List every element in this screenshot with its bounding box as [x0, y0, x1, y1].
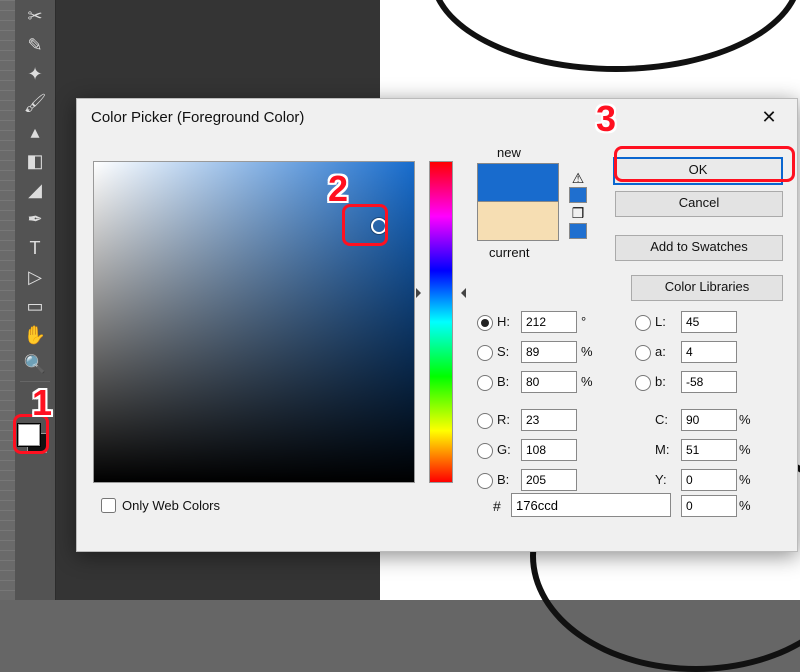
zoom-tool-icon[interactable]: 🔍 [20, 351, 50, 377]
lab-b-input[interactable] [681, 371, 737, 393]
ok-button[interactable]: OK [613, 157, 783, 185]
healing-tool-icon[interactable]: ✦ [20, 61, 50, 87]
websafe-warning-icon[interactable]: ❒ [569, 205, 587, 221]
c-label: C: [655, 412, 668, 427]
hue-unit: ° [581, 314, 586, 329]
current-color-swatch[interactable] [477, 201, 559, 241]
red-input[interactable] [521, 409, 577, 431]
a-input[interactable] [681, 341, 737, 363]
green-label: G: [497, 442, 511, 457]
l-radio[interactable] [635, 315, 651, 331]
only-web-colors-box[interactable] [101, 498, 116, 513]
red-radio[interactable] [477, 413, 493, 429]
saturation-label: S: [497, 344, 509, 359]
saturation-brightness-field[interactable] [93, 161, 415, 483]
tool-strip: ✂ ✎ ✦ 🖌 ▴ ◧ ◢ ✒ T ▷ ▭ ✋ 🔍 [15, 0, 56, 600]
lab-b-label: b: [655, 374, 666, 389]
y-unit: % [739, 472, 751, 487]
y-input[interactable] [681, 469, 737, 491]
cancel-button[interactable]: Cancel [615, 191, 783, 217]
green-input[interactable] [521, 439, 577, 461]
current-label: current [489, 245, 529, 260]
path-select-tool-icon[interactable]: ▷ [20, 264, 50, 290]
add-to-swatches-button[interactable]: Add to Swatches [615, 235, 783, 261]
k-unit: % [739, 498, 751, 513]
sb-cursor-icon[interactable] [371, 218, 387, 234]
color-picker-dialog: Color Picker (Foreground Color) ✕ new cu… [76, 98, 798, 552]
c-input[interactable] [681, 409, 737, 431]
gradient-tool-icon[interactable]: ◢ [20, 177, 50, 203]
gamut-warning-swatch[interactable] [569, 187, 587, 203]
websafe-warning-swatch[interactable] [569, 223, 587, 239]
hue-label: H: [497, 314, 510, 329]
m-unit: % [739, 442, 751, 457]
hand-tool-icon[interactable]: ✋ [20, 322, 50, 348]
separator-icon [20, 381, 50, 382]
hue-radio[interactable] [477, 315, 493, 331]
only-web-colors-checkbox[interactable]: Only Web Colors [97, 495, 220, 516]
type-tool-icon[interactable]: T [20, 235, 50, 261]
stamp-tool-icon[interactable]: ▴ [20, 119, 50, 145]
m-label: M: [655, 442, 669, 457]
only-web-colors-label: Only Web Colors [122, 498, 220, 513]
color-libraries-button[interactable]: Color Libraries [631, 275, 783, 301]
c-unit: % [739, 412, 751, 427]
k-input[interactable] [681, 495, 737, 517]
green-radio[interactable] [477, 443, 493, 459]
dialog-body: new current ⚠ ❒ OK Cancel Add to Swatche… [77, 135, 797, 551]
brush-tool-icon[interactable]: 🖌 [20, 90, 50, 116]
eyedropper-tool-icon[interactable]: ✎ [20, 32, 50, 58]
hue-slider[interactable] [429, 161, 453, 483]
foreground-color-swatch[interactable] [18, 424, 40, 446]
new-color-swatch [477, 163, 559, 202]
hex-label: # [493, 498, 501, 514]
a-radio[interactable] [635, 345, 651, 361]
dialog-title: Color Picker (Foreground Color) [91, 109, 304, 126]
saturation-input[interactable] [521, 341, 577, 363]
eraser-tool-icon[interactable]: ◧ [20, 148, 50, 174]
shape-tool-icon[interactable]: ▭ [20, 293, 50, 319]
drawing-stroke [430, 0, 800, 72]
close-icon[interactable]: ✕ [751, 102, 787, 132]
red-label: R: [497, 412, 510, 427]
vertical-ruler [0, 0, 16, 600]
hex-input[interactable] [511, 493, 671, 517]
crop-tool-icon[interactable]: ✂ [20, 3, 50, 29]
hue-input[interactable] [521, 311, 577, 333]
saturation-unit: % [581, 344, 593, 359]
a-label: a: [655, 344, 666, 359]
m-input[interactable] [681, 439, 737, 461]
l-label: L: [655, 314, 666, 329]
brightness-input[interactable] [521, 371, 577, 393]
foreground-background-swatch[interactable] [16, 422, 52, 458]
blue-label: B: [497, 472, 509, 487]
new-label: new [497, 145, 521, 160]
y-label: Y: [655, 472, 667, 487]
brightness-label: B: [497, 374, 509, 389]
brightness-unit: % [581, 374, 593, 389]
blue-input[interactable] [521, 469, 577, 491]
blue-radio[interactable] [477, 473, 493, 489]
dialog-titlebar[interactable]: Color Picker (Foreground Color) ✕ [77, 99, 797, 135]
gamut-warning-icon[interactable]: ⚠ [569, 170, 587, 186]
pen-tool-icon[interactable]: ✒ [20, 206, 50, 232]
l-input[interactable] [681, 311, 737, 333]
saturation-radio[interactable] [477, 345, 493, 361]
lab-b-radio[interactable] [635, 375, 651, 391]
brightness-radio[interactable] [477, 375, 493, 391]
